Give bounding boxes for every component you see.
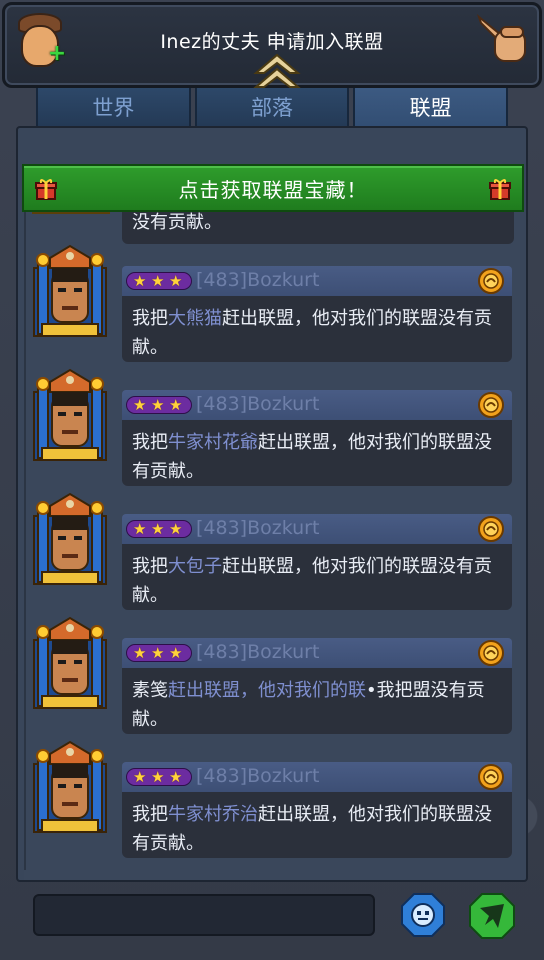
- pointing-hand-icon[interactable]: [471, 9, 533, 69]
- double-chevron-up-icon[interactable]: [252, 51, 302, 91]
- star-icon: ★: [151, 644, 165, 662]
- sender-name[interactable]: [483]Bozkurt: [196, 517, 319, 539]
- sender-portrait[interactable]: [28, 244, 112, 338]
- kicked-member-name[interactable]: 牛家村乔治: [168, 804, 258, 825]
- rank-stars-badge: ★ ★ ★: [126, 520, 192, 538]
- gift-box-icon: [488, 177, 512, 201]
- rank-medal-icon[interactable]: [478, 516, 504, 542]
- message-prefix: 我把: [132, 432, 168, 453]
- sender-name[interactable]: [483]Bozkurt: [196, 765, 319, 787]
- sender-name-bar: ★ ★ ★ [483]Bozkurt: [122, 762, 512, 792]
- sender-name[interactable]: [483]Bozkurt: [196, 641, 319, 663]
- sender-name-bar: ★ ★ ★ [483]Bozkurt: [122, 266, 512, 296]
- star-icon: ★: [169, 272, 183, 290]
- chat-message: ★ ★ ★ [483]Bozkurt 我把牛家村花爺赶出联盟，他对我们的联盟没有…: [22, 368, 522, 486]
- sender-name[interactable]: [483]Bozkurt: [196, 269, 319, 291]
- star-icon: ★: [133, 520, 147, 538]
- star-icon: ★: [133, 644, 147, 662]
- rank-stars-badge: ★ ★ ★: [126, 272, 192, 290]
- star-icon: ★: [169, 520, 183, 538]
- sender-name[interactable]: [483]Bozkurt: [196, 393, 319, 415]
- kicked-member-name[interactable]: 赶出联盟，他对我们的联: [168, 680, 366, 701]
- rank-stars-badge: ★ ★ ★: [126, 644, 192, 662]
- chat-tabs: 世界 部落 联盟: [36, 88, 509, 128]
- sender-name-bar: ★ ★ ★ [483]Bozkurt: [122, 514, 512, 544]
- rank-stars-badge: ★ ★ ★: [126, 768, 192, 786]
- chat-message: ★ ★ ★ [483]Bozkurt 我把大熊猫赶出联盟，他对我们的联盟没有贡献…: [22, 244, 522, 362]
- message-prefix: 我把: [132, 308, 168, 329]
- message-prefix: 我把: [132, 556, 168, 577]
- star-icon: ★: [169, 768, 183, 786]
- emoji-face-icon[interactable]: [400, 892, 446, 938]
- message-body: 素笺赶出联盟，他对我们的联•我把盟没有贡献。: [122, 668, 512, 734]
- star-icon: ★: [169, 644, 183, 662]
- message-body: 我把大熊猫赶出联盟，他对我们的联盟没有贡献。: [122, 296, 512, 362]
- star-icon: ★: [133, 768, 147, 786]
- tab-alliance[interactable]: 联盟: [353, 88, 509, 128]
- chat-message-input[interactable]: [33, 894, 375, 936]
- sender-name-bar: ★ ★ ★ [483]Bozkurt: [122, 390, 512, 420]
- join-request-notice[interactable]: Inez的丈夫 申请加入联盟: [5, 27, 539, 54]
- message-body: 我把牛家村花爺赶出联盟，他对我们的联盟没有贡献。: [122, 420, 512, 486]
- message-prefix: 素笺: [132, 680, 168, 701]
- star-icon: ★: [133, 272, 147, 290]
- chat-input-bar: [0, 882, 544, 960]
- star-icon: ★: [151, 520, 165, 538]
- chat-message: ★ ★ ★ [483]Bozkurt 我把牛家村乔治赶出联盟，他对我们的联盟没有…: [22, 740, 522, 858]
- rank-medal-icon[interactable]: [478, 764, 504, 790]
- sender-portrait[interactable]: [28, 492, 112, 586]
- star-icon: ★: [169, 396, 183, 414]
- star-icon: ★: [151, 272, 165, 290]
- sender-portrait[interactable]: [28, 740, 112, 834]
- message-body: 我把牛家村乔治赶出联盟，他对我们的联盟没有贡献。: [122, 792, 512, 858]
- send-arrow-icon[interactable]: [468, 892, 516, 940]
- star-icon: ★: [133, 396, 147, 414]
- rank-medal-icon[interactable]: [478, 268, 504, 294]
- chat-message: ★ ★ ★ [483]Bozkurt 我把大包子赶出联盟，他对我们的联盟没有贡献…: [22, 492, 522, 610]
- chat-header: + Inez的丈夫 申请加入联盟: [2, 2, 542, 88]
- star-icon: ★: [151, 396, 165, 414]
- star-icon: ★: [151, 768, 165, 786]
- sender-portrait[interactable]: [28, 616, 112, 710]
- tab-world[interactable]: 世界: [36, 88, 191, 128]
- message-list[interactable]: 没有贡献。 ★ ★ ★ [483]Bozkurt 我把大熊猫赶出联盟，他对我们的…: [22, 196, 522, 872]
- sender-portrait[interactable]: [28, 368, 112, 462]
- gift-box-icon: [34, 177, 58, 201]
- message-body: 我把大包子赶出联盟，他对我们的联盟没有贡献。: [122, 544, 512, 610]
- chat-message: ★ ★ ★ [483]Bozkurt 素笺赶出联盟，他对我们的联•我把盟没有贡献…: [22, 616, 522, 734]
- message-prefix: 我把: [132, 804, 168, 825]
- banner-label: 点击获取联盟宝藏！: [178, 177, 368, 202]
- alliance-treasure-banner[interactable]: 点击获取联盟宝藏！: [22, 164, 524, 212]
- tab-tribe[interactable]: 部落: [194, 88, 350, 128]
- rank-medal-icon[interactable]: [478, 640, 504, 666]
- kicked-member-name[interactable]: 大包子: [168, 556, 222, 577]
- kicked-member-name[interactable]: 牛家村花爺: [168, 432, 258, 453]
- sender-name-bar: ★ ★ ★ [483]Bozkurt: [122, 638, 512, 668]
- rank-medal-icon[interactable]: [478, 392, 504, 418]
- partial-message-text: 没有贡献。: [132, 212, 222, 233]
- rank-stars-badge: ★ ★ ★: [126, 396, 192, 414]
- kicked-member-name[interactable]: 大熊猫: [168, 308, 222, 329]
